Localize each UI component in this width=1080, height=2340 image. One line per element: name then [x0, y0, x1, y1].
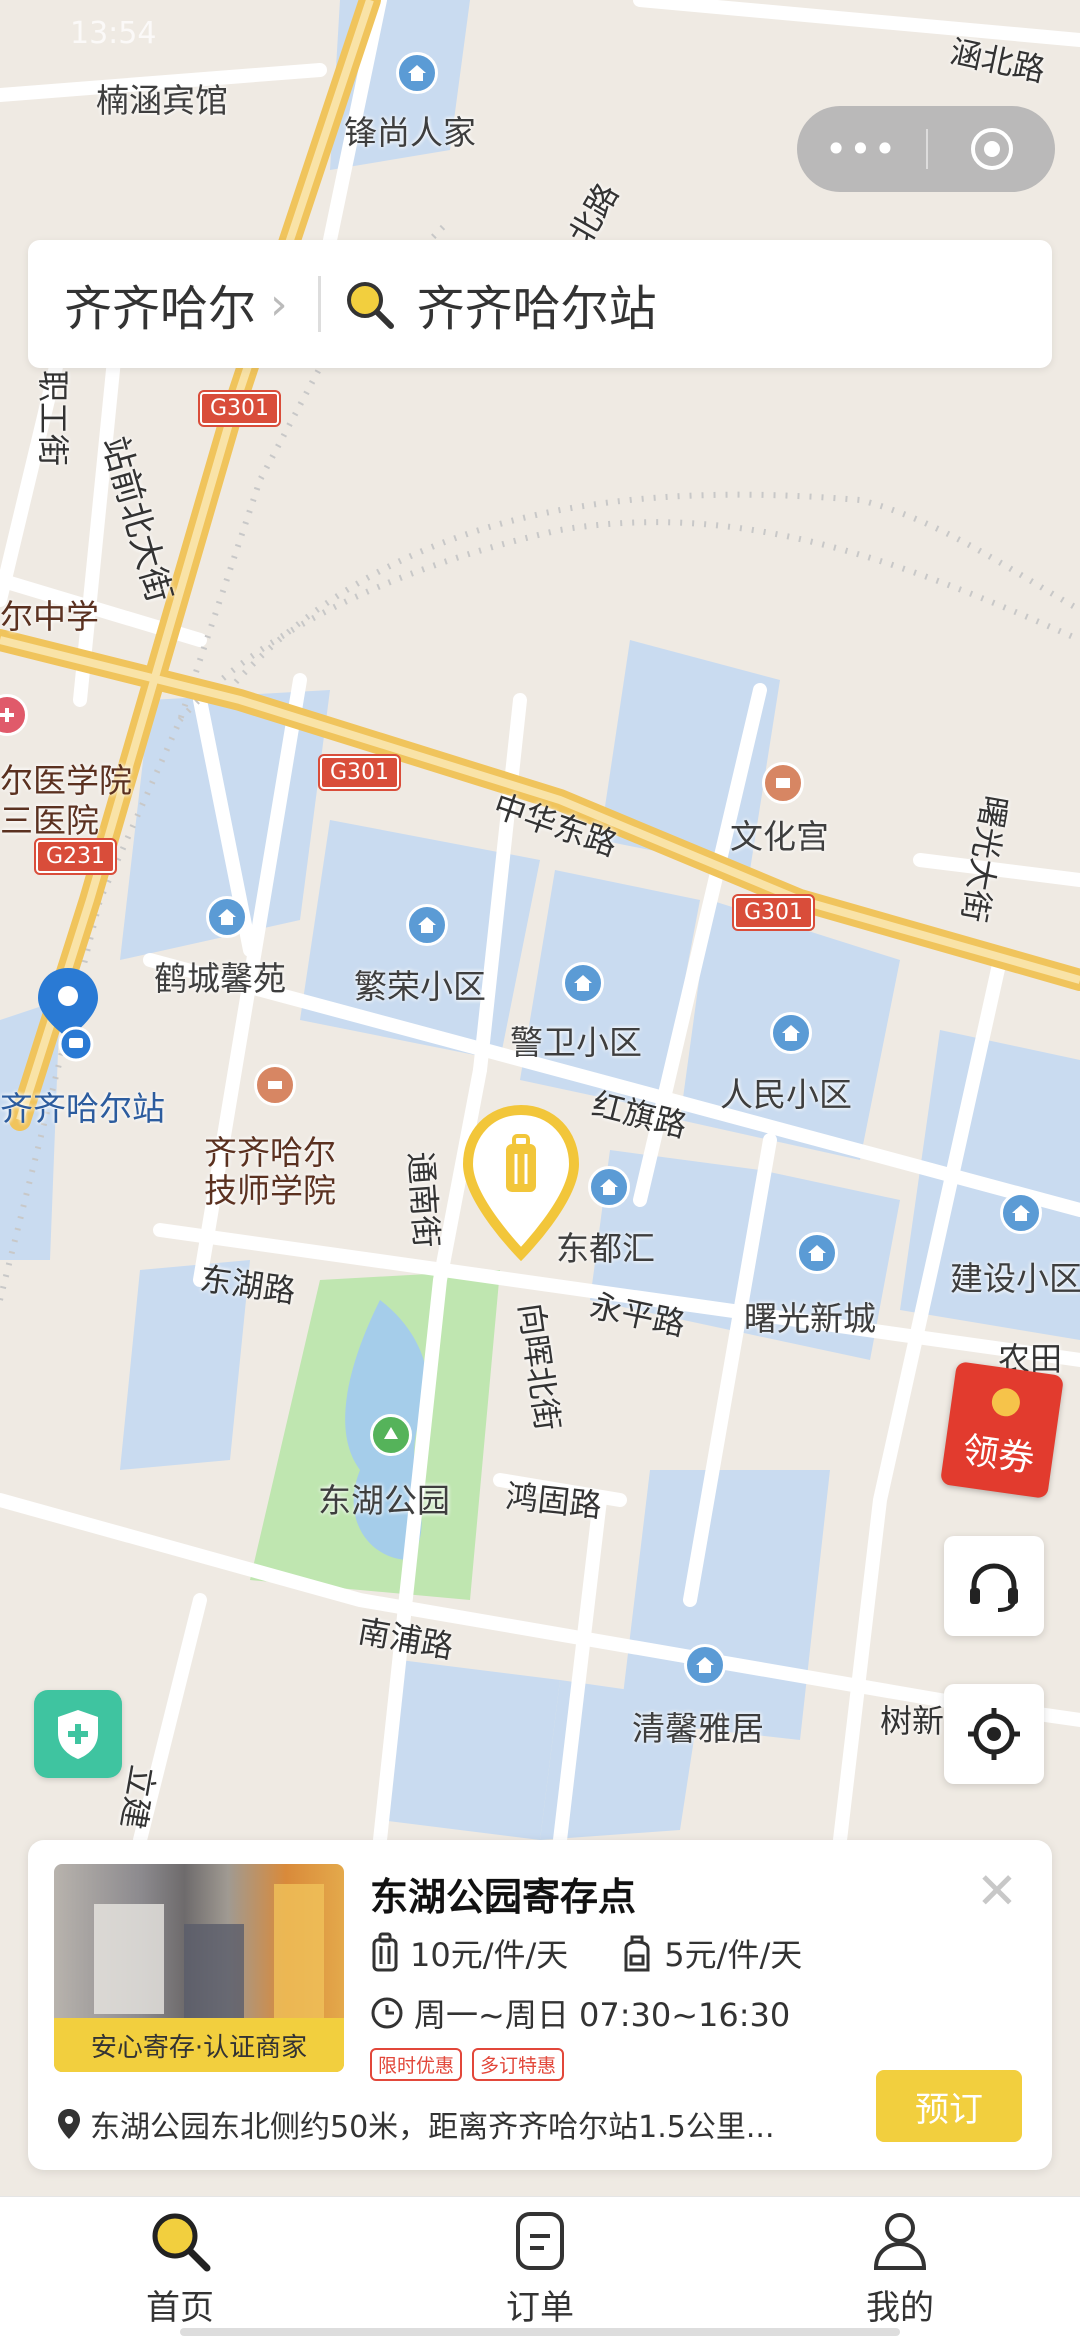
- residence-icon: [406, 904, 448, 946]
- coupon-label: 领券: [959, 1429, 1037, 1481]
- close-icon[interactable]: ✕: [976, 1866, 1018, 1916]
- certified-badge: 安心寄存·认证商家: [54, 2018, 344, 2072]
- city-selector[interactable]: 齐齐哈尔 ›: [28, 269, 288, 339]
- poi-label: 锋尚人家: [344, 113, 476, 152]
- poi-label: 人民小区: [720, 1075, 852, 1114]
- small-price-text: 5元/件/天: [664, 1936, 803, 1974]
- road-label: 职工街: [34, 370, 72, 467]
- opening-hours: 周一~周日 07:30~16:30: [370, 1990, 790, 2036]
- culture-icon: [762, 762, 804, 804]
- highway-shield: G301: [317, 754, 402, 791]
- poi-label: 曙光新城: [744, 1299, 876, 1338]
- poi-label: 楠涵宾馆: [96, 81, 228, 120]
- coupon-button[interactable]: 领券: [939, 1361, 1065, 1499]
- hours-text: 周一~周日 07:30~16:30: [414, 1996, 791, 2034]
- city-name: 齐齐哈尔: [64, 281, 257, 337]
- price-row: 10元/件/天 5元/件/天: [370, 1930, 854, 1976]
- more-dots-icon[interactable]: •••: [797, 127, 926, 171]
- locate-icon: [968, 1708, 1020, 1760]
- order-icon: [516, 2212, 564, 2270]
- residence-icon: [684, 1644, 726, 1686]
- status-time: 13:54: [70, 16, 157, 51]
- road-label: 鸿固路: [504, 1477, 604, 1525]
- tab-orders[interactable]: 订单: [360, 2197, 720, 2340]
- large-luggage-price: 10元/件/天: [370, 1930, 568, 1976]
- store-name: 东湖公园寄存点: [370, 1875, 637, 1919]
- large-price-text: 10元/件/天: [410, 1936, 569, 1974]
- luggage-pin-icon[interactable]: [462, 1104, 580, 1264]
- customer-service-button[interactable]: [944, 1536, 1044, 1636]
- road-label: 通南街: [401, 1150, 446, 1249]
- promo-tags: 限时优惠 多订特惠: [370, 2048, 574, 2081]
- search-divider: [317, 276, 321, 332]
- backpack-icon: [624, 1935, 650, 1972]
- safety-shield-button[interactable]: [34, 1690, 122, 1778]
- search-input[interactable]: 齐齐哈尔站: [343, 269, 657, 339]
- residence-icon: [588, 1166, 630, 1208]
- suitcase-icon: [372, 1932, 398, 1972]
- tab-home[interactable]: 首页: [0, 2197, 360, 2340]
- highway-shield: G301: [731, 894, 816, 931]
- tab-mine[interactable]: 我的: [720, 2197, 1080, 2340]
- highway-shield: G301: [197, 390, 282, 427]
- poi-label: 建设小区: [950, 1259, 1080, 1298]
- poi-label: 尔中学: [0, 597, 99, 636]
- poi-label: 东湖公园: [318, 1481, 450, 1520]
- poi-label: 鹤城馨苑: [154, 959, 286, 998]
- residence-icon: [1000, 1192, 1042, 1234]
- residence-icon: [562, 962, 604, 1004]
- station-pin-icon[interactable]: [36, 966, 100, 1066]
- tab-label: 订单: [506, 2288, 574, 2328]
- poi-label: 繁荣小区: [354, 967, 486, 1006]
- location-pin-icon: [58, 2109, 80, 2139]
- small-luggage-price: 5元/件/天: [620, 1930, 802, 1976]
- poi-label: 齐齐哈尔站: [0, 1089, 165, 1128]
- bottom-tab-bar: 首页 订单 我的: [0, 2196, 1080, 2340]
- residence-icon: [396, 52, 438, 94]
- poi-label: 三医院: [0, 801, 99, 840]
- store-address: 东湖公园东北侧约50米，距离齐齐哈尔站1.5公里...: [56, 2102, 876, 2146]
- search-query: 齐齐哈尔站: [416, 281, 657, 337]
- shield-plus-icon: [58, 1710, 98, 1759]
- search-icon: [346, 282, 394, 329]
- poi-label: 文化宫: [730, 817, 829, 856]
- book-button[interactable]: 预订: [876, 2070, 1022, 2142]
- clock-icon: [371, 1997, 403, 2029]
- headset-icon: [970, 1563, 1018, 1612]
- photo-block: [184, 1924, 244, 2024]
- coupon-seal-icon: [990, 1386, 1022, 1419]
- promo-tag: 多订特惠: [472, 2048, 565, 2081]
- park-tree-icon: [370, 1414, 412, 1456]
- highway-shield: G231: [33, 838, 118, 875]
- locate-button[interactable]: [944, 1684, 1044, 1784]
- address-text: 东湖公园东北侧约50米，距离齐齐哈尔站1.5公里...: [90, 2110, 775, 2145]
- residence-icon: [206, 896, 248, 938]
- school-icon: [254, 1064, 296, 1106]
- store-photo: 安心寄存·认证商家: [54, 1864, 344, 2072]
- chevron-right-icon: ›: [270, 278, 288, 330]
- residence-icon: [796, 1232, 838, 1274]
- poi-label: 清馨雅居: [632, 1709, 764, 1748]
- home-indicator: [180, 2328, 900, 2336]
- road-label: 树新: [880, 1702, 945, 1740]
- miniprogram-capsule: •••: [797, 106, 1055, 192]
- store-card[interactable]: 安心寄存·认证商家 东湖公园寄存点 ✕ 10元/件/天 5元/件/天 周一~周日…: [28, 1840, 1052, 2170]
- user-icon: [873, 2213, 927, 2270]
- promo-tag: 限时优惠: [370, 2048, 463, 2081]
- poi-label: 技师学院: [204, 1171, 336, 1210]
- capsule-close-icon[interactable]: [928, 125, 1055, 173]
- search-icon: [152, 2213, 211, 2272]
- tab-label: 首页: [146, 2288, 214, 2328]
- poi-label: 警卫小区: [510, 1023, 642, 1062]
- search-bar: 齐齐哈尔 › 齐齐哈尔站: [28, 240, 1052, 368]
- photo-block: [274, 1884, 324, 2034]
- residence-icon: [770, 1012, 812, 1054]
- photo-block: [94, 1904, 164, 2014]
- tab-label: 我的: [866, 2288, 934, 2328]
